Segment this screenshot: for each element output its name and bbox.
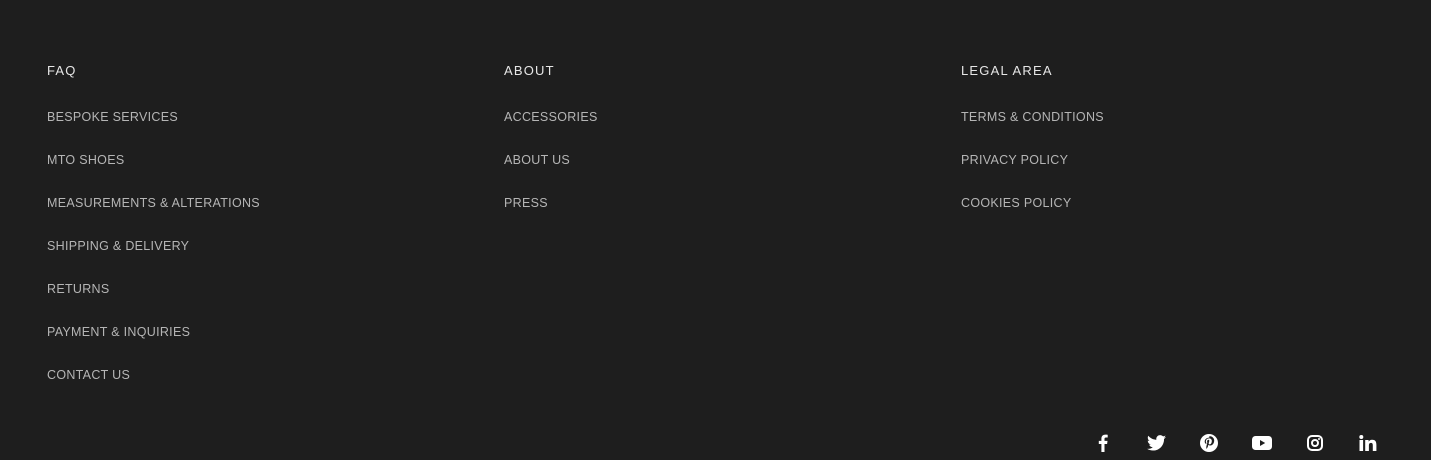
youtube-link[interactable] xyxy=(1249,433,1275,453)
pinterest-link[interactable] xyxy=(1196,433,1222,453)
footer-heading-faq: FAQ xyxy=(47,63,77,78)
footer-links-legal-area: TERMS & CONDITIONS PRIVACY POLICY COOKIE… xyxy=(961,109,1381,238)
footer-links-faq: BESPOKE SERVICES MTO SHOES MEASUREMENTS … xyxy=(47,109,467,410)
footer-link-terms-conditions[interactable]: TERMS & CONDITIONS xyxy=(961,109,1104,125)
footer-column-about: ABOUT ACCESSORIES ABOUT US PRESS xyxy=(504,63,924,238)
youtube-icon xyxy=(1252,436,1272,450)
instagram-link[interactable] xyxy=(1302,433,1328,453)
footer-column-legal-area: LEGAL AREA TERMS & CONDITIONS PRIVACY PO… xyxy=(961,63,1381,238)
linkedin-link[interactable] xyxy=(1355,433,1381,453)
footer-link-mto-shoes[interactable]: MTO SHOES xyxy=(47,152,124,168)
twitter-link[interactable] xyxy=(1143,433,1169,453)
footer-link-press[interactable]: PRESS xyxy=(504,195,548,211)
footer-link-measurements-alterations[interactable]: MEASUREMENTS & ALTERATIONS xyxy=(47,195,260,211)
pinterest-icon xyxy=(1200,434,1218,452)
footer-link-bespoke-services[interactable]: BESPOKE SERVICES xyxy=(47,109,178,125)
instagram-icon xyxy=(1307,435,1323,451)
footer-links-about: ACCESSORIES ABOUT US PRESS xyxy=(504,109,924,238)
footer-link-shipping-delivery[interactable]: SHIPPING & DELIVERY xyxy=(47,238,189,254)
facebook-icon xyxy=(1098,434,1108,452)
footer-heading-legal-area: LEGAL AREA xyxy=(961,63,1053,78)
footer-link-accessories[interactable]: ACCESSORIES xyxy=(504,109,598,125)
social-links xyxy=(1090,433,1381,453)
linkedin-icon xyxy=(1359,435,1377,451)
footer-link-about-us[interactable]: ABOUT US xyxy=(504,152,570,168)
footer-link-cookies-policy[interactable]: COOKIES POLICY xyxy=(961,195,1071,211)
footer-column-faq: FAQ BESPOKE SERVICES MTO SHOES MEASUREME… xyxy=(47,63,467,410)
twitter-icon xyxy=(1146,435,1166,451)
site-footer: FAQ BESPOKE SERVICES MTO SHOES MEASUREME… xyxy=(0,0,1431,460)
facebook-link[interactable] xyxy=(1090,433,1116,453)
footer-link-payment-inquiries[interactable]: PAYMENT & INQUIRIES xyxy=(47,324,190,340)
footer-link-contact-us[interactable]: CONTACT US xyxy=(47,367,130,383)
footer-heading-about: ABOUT xyxy=(504,63,555,78)
footer-link-returns[interactable]: RETURNS xyxy=(47,281,110,297)
footer-link-privacy-policy[interactable]: PRIVACY POLICY xyxy=(961,152,1068,168)
